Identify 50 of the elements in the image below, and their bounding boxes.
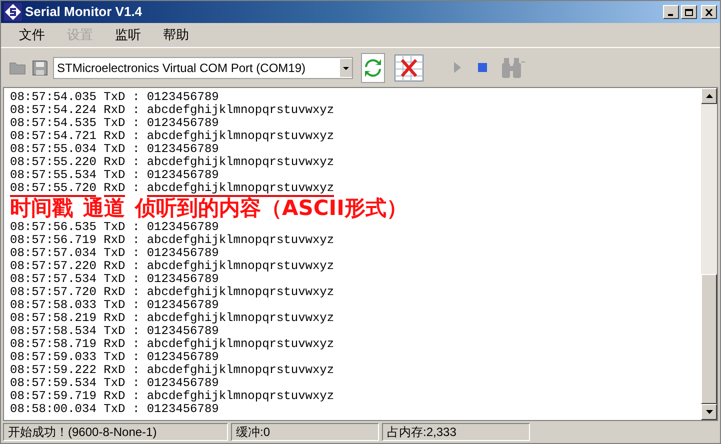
log-line: 08:57:55.720 RxD : abcdefghijklmnopqrstuvwxyz — [10, 182, 336, 195]
window-title: Serial Monitor V1.4 — [25, 3, 142, 22]
menu-item[interactable]: 监听 — [105, 25, 151, 45]
log-line: 08:57:58.033 TxD : 0123456789 — [10, 299, 220, 312]
minimize-button[interactable] — [663, 5, 679, 19]
log-line: 08:57:56.719 RxD : abcdefghijklmnopqrstuvwxyz — [10, 234, 336, 247]
annotation-text: 时间戳 通道 侦听到的内容（ASCII形式） — [10, 195, 408, 221]
binoculars-icon — [500, 56, 526, 78]
log-line: 08:57:54.224 RxD : abcdefghijklmnopqrstuvwxyz — [10, 104, 336, 117]
close-button[interactable] — [701, 5, 717, 19]
menu-item[interactable]: 帮助 — [153, 25, 199, 45]
scroll-up-icon — [706, 94, 712, 98]
log-line: 08:57:54.535 TxD : 0123456789 — [10, 117, 220, 130]
log-line: 08:57:55.534 TxD : 0123456789 — [10, 169, 220, 182]
status-panel: 开始成功！(9600-8-None-1) — [3, 423, 228, 441]
clear-button[interactable] — [393, 52, 425, 82]
log-line: 08:57:57.220 RxD : abcdefghijklmnopqrstuvwxyz — [10, 260, 336, 273]
grid-with-x-icon — [394, 54, 424, 82]
maximize-button[interactable] — [681, 5, 697, 19]
log-line: 08:57:54.721 RxD : abcdefghijklmnopqrstuvwxyz — [10, 130, 336, 143]
port-value: STMicroelectronics Virtual COM Port (COM19) — [56, 60, 306, 76]
maximize-icon — [685, 8, 693, 16]
log-line: 08:57:57.034 TxD : 0123456789 — [10, 247, 220, 260]
log-line: 08:57:58.219 RxD : abcdefghijklmnopqrstuvwxyz — [10, 312, 336, 325]
log-line: 08:57:58.719 RxD : abcdefghijklmnopqrstuvwxyz — [10, 338, 336, 351]
log-line: 08:57:57.534 TxD : 0123456789 — [10, 273, 220, 286]
log-line: 08:57:54.035 TxD : 0123456789 — [10, 91, 220, 104]
refresh-button[interactable] — [361, 52, 385, 82]
log-line: 08:57:55.220 RxD : abcdefghijklmnopqrstuvwxyz — [10, 156, 336, 169]
log-line: 08:57:59.222 RxD : abcdefghijklmnopqrstuvwxyz — [10, 364, 336, 377]
scrollbar[interactable] — [701, 88, 717, 420]
scroll-down-icon — [706, 410, 712, 414]
log-line: 08:57:56.535 TxD : 0123456789 — [10, 221, 220, 234]
log-line: 08:57:59.033 TxD : 0123456789 — [10, 351, 220, 364]
log-line: 08:57:58.534 TxD : 0123456789 — [10, 325, 220, 338]
status-panel: 占内存:2,333 — [382, 423, 530, 441]
log-line: 08:57:59.719 RxD : abcdefghijklmnopqrstuvwxyz — [10, 390, 336, 403]
play-icon — [454, 62, 460, 73]
log-line: 08:57:59.534 TxD : 0123456789 — [10, 377, 220, 390]
status-panel: 缓冲:0 — [231, 423, 379, 441]
port-dropdown[interactable]: STMicroelectronics Virtual COM Port (COM19) — [53, 56, 353, 78]
log-line: 08:57:55.034 TxD : 0123456789 — [10, 143, 220, 156]
refresh-arrows-icon — [364, 58, 382, 78]
menu-item[interactable]: 文件 — [9, 25, 55, 45]
stop-icon — [478, 63, 486, 72]
close-icon — [705, 8, 713, 16]
folder-icon — [9, 60, 27, 74]
app-logo-icon — [4, 3, 22, 21]
log-line: 08:58:00.034 TxD : 0123456789 — [10, 403, 220, 416]
log-line: 08:57:57.720 RxD : abcdefghijklmnopqrstuvwxyz — [10, 286, 336, 299]
